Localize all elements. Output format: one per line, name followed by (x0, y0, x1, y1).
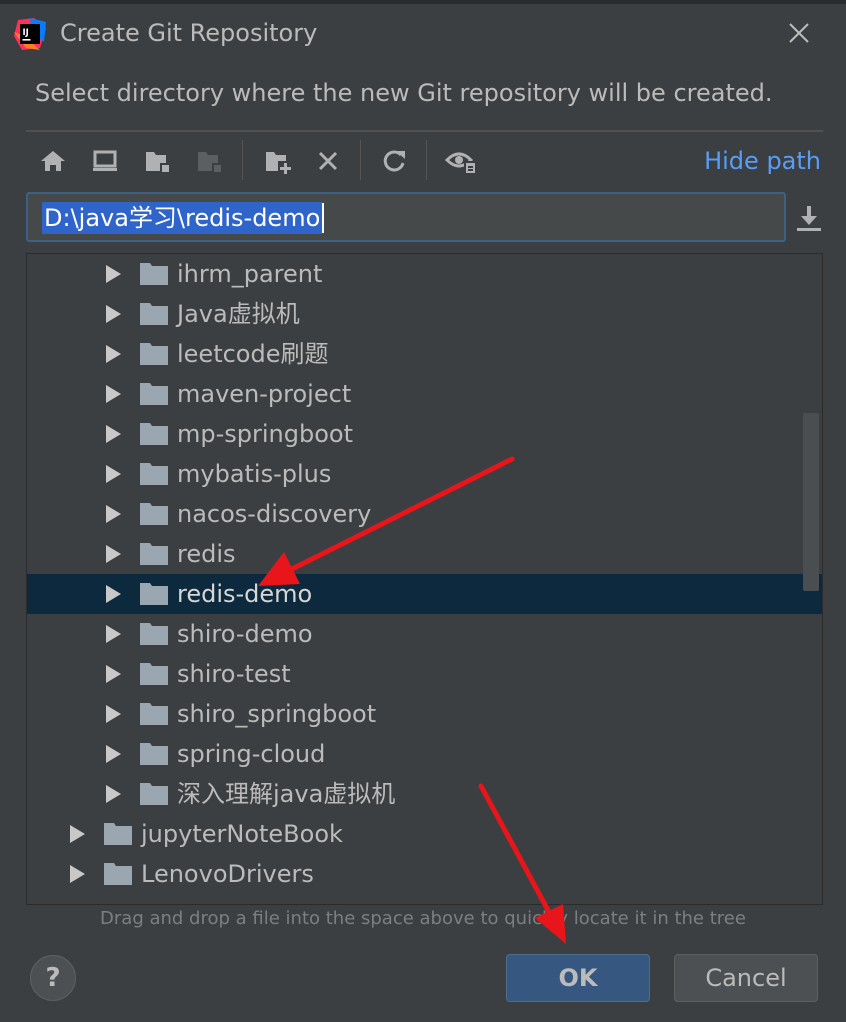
tree-item-label: redis (177, 540, 236, 568)
new-folder-icon[interactable] (260, 144, 294, 178)
folder-icon (140, 263, 168, 285)
desktop-icon[interactable] (88, 144, 122, 178)
ok-button[interactable]: OK (506, 954, 650, 1002)
expand-arrow-icon[interactable] (106, 785, 121, 803)
tree-row[interactable]: ihrm_parent (27, 254, 822, 294)
folder-icon (140, 503, 168, 525)
drag-drop-hint: Drag and drop a file into the space abov… (100, 908, 746, 929)
toolbar-separator (242, 140, 243, 180)
tree-item-label: LenovoDrivers (141, 860, 314, 888)
cancel-button[interactable]: Cancel (674, 954, 818, 1002)
tree-item-label: shiro_springboot (177, 700, 377, 728)
folder-icon (140, 583, 168, 605)
tree-item-label: jupyterNoteBook (141, 820, 343, 848)
tree-item-label: mp-springboot (177, 420, 354, 448)
module-folder-icon (192, 144, 226, 178)
project-folder-icon[interactable] (140, 144, 174, 178)
expand-arrow-icon[interactable] (106, 345, 121, 363)
expand-arrow-icon[interactable] (106, 545, 121, 563)
tree-item-label: shiro-demo (177, 620, 313, 648)
toolbar-separator (360, 140, 361, 180)
folder-icon (140, 743, 168, 765)
tree-row[interactable]: Java虚拟机 (27, 294, 822, 334)
folder-icon (140, 623, 168, 645)
tree-item-label: shiro-test (177, 660, 291, 688)
title-bar: IJ Create Git Repository (0, 4, 846, 62)
tree-item-label: ihrm_parent (177, 260, 323, 288)
tree-row[interactable]: redis (27, 534, 822, 574)
tree-row[interactable]: nacos-discovery (27, 494, 822, 534)
help-button[interactable]: ? (30, 955, 76, 1001)
expand-arrow-icon[interactable] (106, 265, 121, 283)
expand-arrow-icon[interactable] (70, 825, 85, 843)
folder-icon (140, 383, 168, 405)
file-chooser-toolbar: Hide path (26, 132, 823, 188)
expand-arrow-icon[interactable] (106, 625, 121, 643)
tree-row[interactable]: shiro-demo (27, 614, 822, 654)
tree-row[interactable]: mp-springboot (27, 414, 822, 454)
expand-arrow-icon[interactable] (106, 745, 121, 763)
folder-icon (104, 863, 132, 885)
expand-arrow-icon[interactable] (106, 465, 121, 483)
tree-item-label: nacos-discovery (177, 500, 372, 528)
tree-item-label: mybatis-plus (177, 460, 332, 488)
dialog-description: Select directory where the new Git repos… (35, 79, 773, 107)
home-icon[interactable] (36, 144, 70, 178)
toolbar-separator (426, 140, 427, 180)
tree-row[interactable]: LenovoDrivers (27, 854, 822, 894)
expand-arrow-icon[interactable] (106, 425, 121, 443)
tree-row[interactable]: shiro-test (27, 654, 822, 694)
folder-icon (140, 663, 168, 685)
tree-item-label: 深入理解java虚拟机 (177, 780, 396, 808)
expand-arrow-icon[interactable] (70, 865, 85, 883)
tree-row[interactable]: spring-cloud (27, 734, 822, 774)
expand-arrow-icon[interactable] (106, 585, 121, 603)
expand-arrow-icon[interactable] (106, 385, 121, 403)
tree-row[interactable]: leetcode刷题 (27, 334, 822, 374)
directory-tree[interactable]: ihrm_parent Java虚拟机 leetcode刷题 maven-projec… (26, 253, 823, 905)
hide-path-link[interactable]: Hide path (704, 146, 821, 176)
path-input-selected-text: D:\java学习\redis-demo (42, 202, 323, 234)
folder-icon (140, 783, 168, 805)
tree-item-label: maven-project (177, 380, 352, 408)
folder-icon (140, 463, 168, 485)
tree-row[interactable]: jupyterNoteBook (27, 814, 822, 854)
tree-item-label: Java虚拟机 (177, 300, 300, 328)
svg-text:IJ: IJ (23, 28, 29, 38)
folder-icon (104, 823, 132, 845)
tree-row[interactable]: mybatis-plus (27, 454, 822, 494)
tree-item-label: redis-demo (177, 580, 313, 608)
expand-arrow-icon[interactable] (106, 505, 121, 523)
text-caret (322, 203, 324, 233)
tree-row[interactable]: maven-project (27, 374, 822, 414)
folder-icon (140, 343, 168, 365)
delete-icon[interactable] (311, 144, 345, 178)
tree-item-label: spring-cloud (177, 740, 326, 768)
refresh-icon[interactable] (377, 144, 411, 178)
folder-icon (140, 543, 168, 565)
expand-arrow-icon[interactable] (106, 305, 121, 323)
path-input[interactable]: D:\java学习\redis-demo (26, 192, 786, 242)
tree-row[interactable]: redis-demo (27, 574, 822, 614)
folder-icon (140, 423, 168, 445)
tree-row[interactable]: shiro_springboot (27, 694, 822, 734)
dialog-title: Create Git Repository (60, 19, 318, 47)
close-icon[interactable] (782, 16, 816, 50)
expand-arrow-icon[interactable] (106, 705, 121, 723)
tree-item-label: leetcode刷题 (177, 340, 329, 368)
tree-row[interactable]: 深入理解java虚拟机 (27, 774, 822, 814)
tree-scrollbar[interactable] (803, 413, 819, 591)
expand-arrow-icon[interactable] (106, 665, 121, 683)
download-icon[interactable] (792, 198, 826, 238)
folder-icon (140, 703, 168, 725)
show-hidden-icon[interactable] (444, 144, 478, 178)
folder-icon (140, 303, 168, 325)
intellij-logo-icon: IJ (14, 18, 46, 50)
